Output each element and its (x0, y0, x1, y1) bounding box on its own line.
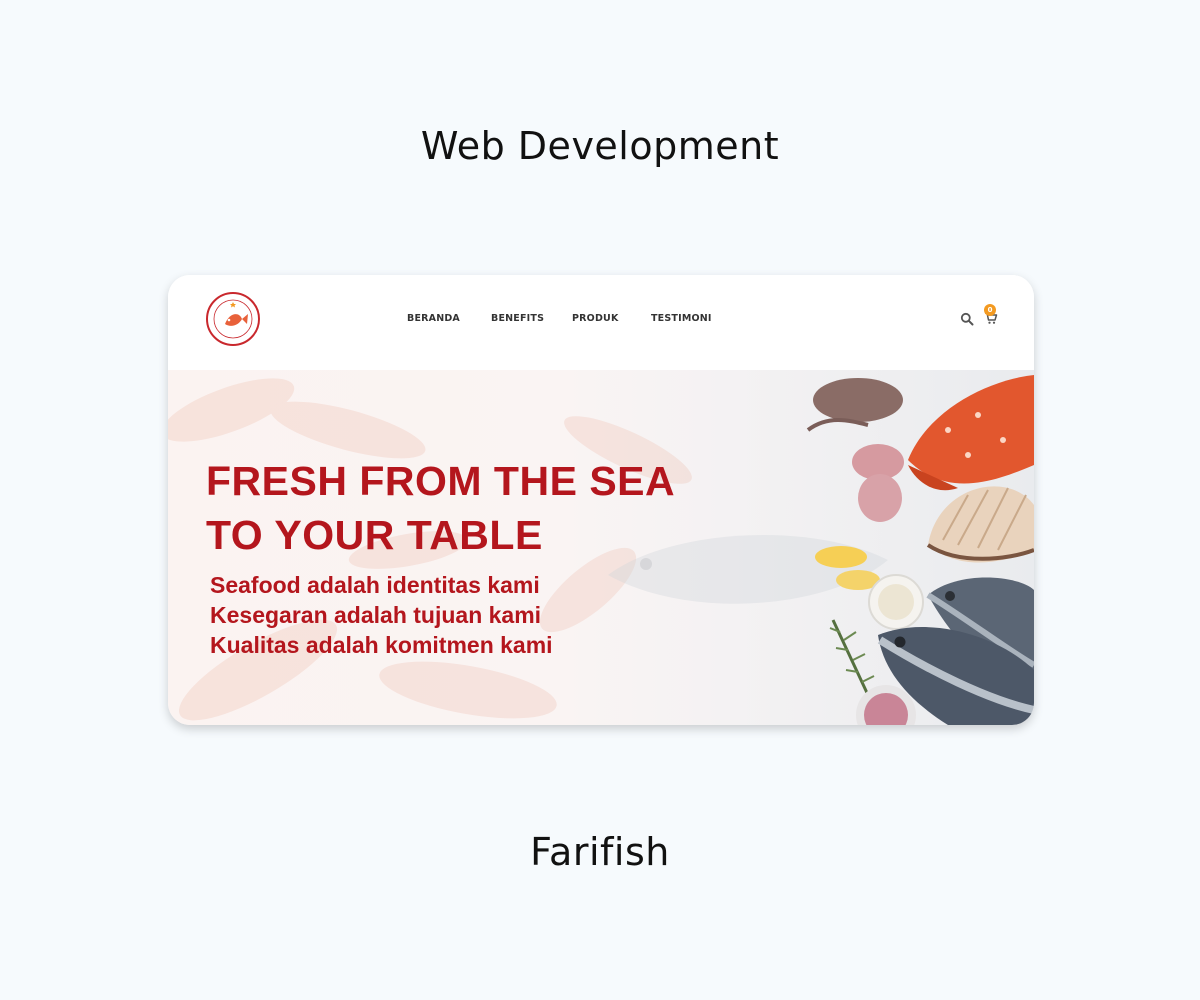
hero-title: FRESH FROM THE SEA TO YOUR TABLE (206, 454, 675, 562)
hero-taglines: Seafood adalah identitas kami Kesegaran … (210, 570, 553, 660)
nav-item-produk[interactable]: PRODUK (572, 313, 619, 324)
nav-item-beranda[interactable]: BERANDA (407, 313, 460, 324)
search-icon[interactable] (960, 312, 974, 326)
hero-banner: FRESH FROM THE SEA TO YOUR TABLE Seafood… (168, 370, 1034, 725)
hero-tagline: Kualitas adalah komitmen kami (210, 632, 553, 658)
site-navbar: BERANDA BENEFITS PRODUK TESTIMONI 0 (168, 275, 1034, 370)
project-caption: Farifish (530, 830, 670, 874)
nav-item-benefits[interactable]: BENEFITS (491, 313, 544, 324)
hero-tagline: Kesegaran adalah tujuan kami (210, 602, 542, 628)
hero-title-line: FRESH FROM THE SEA (206, 458, 676, 504)
nav-item-testimoni[interactable]: TESTIMONI (651, 313, 712, 324)
section-heading: Web Development (420, 124, 780, 168)
cart-count-badge: 0 (984, 304, 996, 316)
website-preview-card: BERANDA BENEFITS PRODUK TESTIMONI 0 FRES… (168, 275, 1034, 725)
hero-tagline: Seafood adalah identitas kami (210, 572, 540, 598)
main-nav: BERANDA BENEFITS PRODUK TESTIMONI (168, 313, 1034, 327)
hero-title-line: TO YOUR TABLE (206, 512, 543, 558)
portfolio-page: Web Development BERANDA BENEFITS PRODUK … (0, 0, 1200, 1000)
